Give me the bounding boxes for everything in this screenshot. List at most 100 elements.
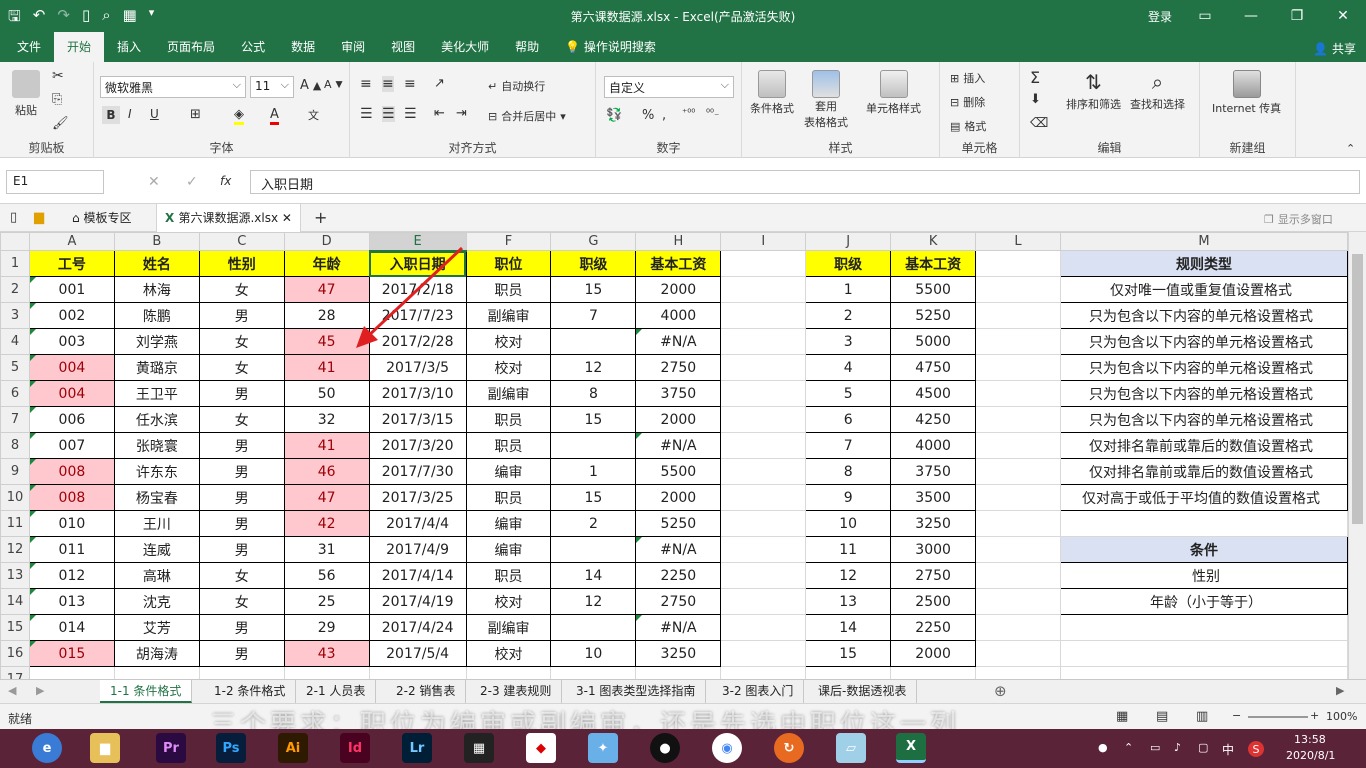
data-cell[interactable]: 4000: [635, 302, 722, 329]
data-cell[interactable]: 14: [550, 562, 637, 589]
folder-icon[interactable]: ▆: [34, 210, 44, 225]
rule-cell[interactable]: 只为包含以下内容的单元格设置格式: [1059, 302, 1348, 329]
row-header[interactable]: 16: [0, 640, 30, 667]
data-cell[interactable]: 女: [198, 276, 285, 303]
data-cell[interactable]: 连威: [113, 536, 200, 563]
next-sheet-icon[interactable]: ▶: [36, 684, 44, 697]
column-header-i[interactable]: I: [720, 232, 807, 251]
empty-cell[interactable]: [975, 432, 1061, 459]
empty-cell[interactable]: [550, 666, 637, 679]
sheet-tab[interactable]: 2-2 销售表: [386, 680, 467, 703]
name-box[interactable]: E1: [6, 170, 104, 194]
header-cell[interactable]: 基本工资: [635, 250, 722, 277]
empty-cell[interactable]: [975, 250, 1061, 277]
row-header[interactable]: 10: [0, 484, 30, 511]
column-header-a[interactable]: A: [28, 232, 115, 251]
zoom-in-icon[interactable]: +: [1310, 709, 1319, 722]
grade-cell[interactable]: 1: [805, 276, 892, 303]
scroll-thumb[interactable]: [1352, 254, 1363, 524]
sheet-tab[interactable]: 1-1 条件格式: [100, 680, 193, 703]
orientation-icon[interactable]: ↗: [434, 76, 445, 91]
lightroom-icon[interactable]: Lr: [402, 733, 432, 763]
grade-cell[interactable]: 3000: [890, 536, 977, 563]
ribbon-display-icon[interactable]: ▭: [1182, 0, 1228, 32]
empty-cell[interactable]: [975, 614, 1061, 641]
data-cell[interactable]: 002: [28, 302, 115, 329]
data-cell[interactable]: [550, 536, 637, 563]
data-cell[interactable]: 12: [550, 588, 637, 615]
data-cell[interactable]: 林海: [113, 276, 200, 303]
data-cell[interactable]: 杨宝春: [113, 484, 200, 511]
format-as-table-button[interactable]: 套用 表格格式: [804, 70, 848, 130]
multi-window-button[interactable]: ❐ 显示多窗口: [1264, 211, 1333, 227]
row-header[interactable]: 2: [0, 276, 30, 303]
file-explorer-icon[interactable]: ▆: [90, 733, 120, 763]
data-cell[interactable]: 职员: [465, 406, 552, 433]
condition-header-cell[interactable]: 条件: [1059, 536, 1348, 563]
autosum-icon[interactable]: Σ: [1030, 68, 1040, 87]
data-cell[interactable]: 001: [28, 276, 115, 303]
zoom-slider[interactable]: [1248, 716, 1308, 718]
tab-beautify[interactable]: 美化大师: [428, 32, 502, 62]
grade-cell[interactable]: 5250: [890, 302, 977, 329]
grade-cell[interactable]: 13: [805, 588, 892, 615]
data-cell[interactable]: 013: [28, 588, 115, 615]
zoom-level[interactable]: 100%: [1326, 710, 1357, 723]
font-size-select[interactable]: 11: [250, 76, 294, 98]
data-cell[interactable]: 张晓寰: [113, 432, 200, 459]
data-cell[interactable]: [550, 614, 637, 641]
page-layout-icon[interactable]: ▤: [1156, 709, 1168, 724]
rule-cell[interactable]: 只为包含以下内容的单元格设置格式: [1059, 380, 1348, 407]
delete-cells-button[interactable]: ⊟ 删除: [950, 94, 985, 110]
cancel-icon[interactable]: ✕: [148, 174, 160, 190]
data-cell[interactable]: 校对: [465, 328, 552, 355]
collapse-ribbon-icon[interactable]: ⌃: [1346, 142, 1355, 155]
indent-icon[interactable]: ⇤: [434, 106, 445, 121]
align-right-icon[interactable]: ☰: [404, 106, 417, 122]
close-icon[interactable]: ✕: [1320, 0, 1366, 32]
chrome-icon[interactable]: ◉: [712, 733, 742, 763]
qq-icon[interactable]: ●: [650, 733, 680, 763]
insert-function-button[interactable]: fx: [220, 174, 231, 188]
add-tab-icon[interactable]: +: [314, 208, 327, 227]
italic-button[interactable]: I: [128, 107, 132, 121]
copy-icon[interactable]: ⎘: [52, 92, 62, 107]
sort-filter-button[interactable]: ⇅ 排序和筛选: [1066, 70, 1121, 112]
empty-cell[interactable]: [720, 562, 807, 589]
data-cell[interactable]: 男: [198, 302, 285, 329]
format-cells-button[interactable]: ▤ 格式: [950, 118, 986, 134]
app-icon-bird[interactable]: ✦: [588, 733, 618, 763]
data-cell[interactable]: 任水滨: [113, 406, 200, 433]
align-middle-icon[interactable]: ≡: [382, 76, 394, 92]
row-header[interactable]: 8: [0, 432, 30, 459]
row-header[interactable]: 11: [0, 510, 30, 537]
data-cell[interactable]: 黄璐京: [113, 354, 200, 381]
excel-taskbar-icon[interactable]: X: [896, 733, 926, 763]
grade-cell[interactable]: 12: [805, 562, 892, 589]
font-color-icon[interactable]: A: [270, 107, 279, 125]
condition-cell[interactable]: 年龄（小于等于）: [1059, 588, 1348, 615]
data-cell[interactable]: 2017/3/25: [368, 484, 467, 511]
empty-cell[interactable]: [720, 484, 807, 511]
data-cell[interactable]: [550, 328, 637, 355]
minimize-icon[interactable]: —: [1228, 0, 1274, 32]
data-cell[interactable]: 3250: [635, 640, 722, 667]
empty-cell[interactable]: [975, 380, 1061, 407]
data-cell[interactable]: 007: [28, 432, 115, 459]
tab-file[interactable]: 文件: [4, 32, 54, 62]
internet-fax-button[interactable]: Internet 传真: [1212, 70, 1281, 116]
data-cell[interactable]: 刘学燕: [113, 328, 200, 355]
data-cell[interactable]: 职员: [465, 276, 552, 303]
select-all-corner[interactable]: [0, 232, 30, 251]
data-cell[interactable]: #N/A: [635, 614, 722, 641]
data-cell[interactable]: #N/A: [635, 328, 722, 355]
empty-cell[interactable]: [28, 666, 115, 679]
row-header[interactable]: 15: [0, 614, 30, 641]
data-cell[interactable]: 25: [283, 588, 370, 615]
phonetic-icon[interactable]: 文: [308, 107, 319, 123]
close-tab-icon[interactable]: ✕: [278, 211, 292, 225]
data-cell[interactable]: 副编审: [465, 302, 552, 329]
data-cell[interactable]: 7: [550, 302, 637, 329]
data-cell[interactable]: 3750: [635, 380, 722, 407]
data-cell[interactable]: 5500: [635, 458, 722, 485]
